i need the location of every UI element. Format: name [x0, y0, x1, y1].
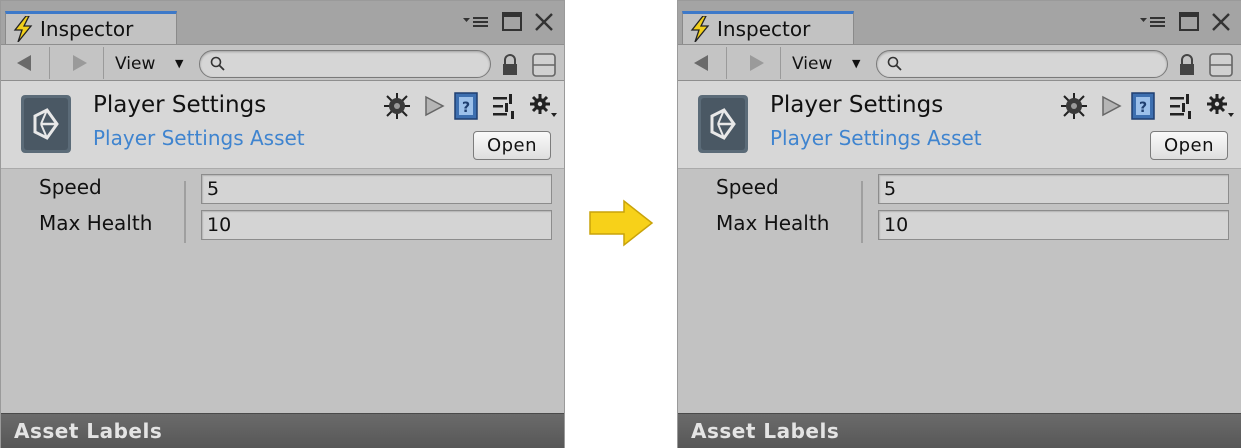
- tab-strip: Inspector: [678, 1, 1241, 44]
- right-arrow-icon: [589, 199, 654, 247]
- asset-title: Player Settings: [93, 92, 267, 118]
- inspector-toolbar: View ▼: [1, 44, 564, 81]
- toolbar-separator: [726, 47, 727, 79]
- search-input[interactable]: [909, 54, 1154, 74]
- tab-title: Inspector: [40, 17, 134, 41]
- forward-arrow-icon[interactable]: [61, 50, 97, 76]
- search-icon: [210, 56, 225, 71]
- asset-header: Player Settings Player Settings Asset ?: [1, 81, 564, 169]
- label-divider: [861, 181, 863, 243]
- preset-sliders-icon[interactable]: [491, 91, 517, 121]
- help-book-icon[interactable]: ?: [453, 91, 479, 121]
- toolbar-separator: [103, 47, 104, 79]
- asset-labels-title: Asset Labels: [691, 419, 840, 443]
- chevron-down-icon: ▼: [852, 57, 861, 70]
- back-arrow-icon[interactable]: [7, 50, 43, 76]
- svg-text:?: ?: [462, 100, 470, 116]
- asset-labels-title: Asset Labels: [14, 419, 163, 443]
- open-button[interactable]: Open: [1150, 131, 1228, 160]
- speed-label: Speed: [716, 175, 779, 199]
- max-health-input[interactable]: [201, 210, 552, 240]
- tab-inspector[interactable]: Inspector: [682, 11, 854, 44]
- toolbar-separator: [780, 47, 781, 79]
- max-health-input[interactable]: [878, 210, 1229, 240]
- inspector-toolbar: View ▼: [678, 44, 1241, 81]
- asset-title: Player Settings: [770, 92, 944, 118]
- help-book-icon[interactable]: ?: [1130, 91, 1156, 121]
- label-divider: [184, 181, 186, 243]
- view-label: View: [115, 54, 156, 74]
- asset-labels-bar[interactable]: Asset Labels: [678, 413, 1241, 448]
- tab-title: Inspector: [717, 17, 811, 41]
- gear-icon[interactable]: [1205, 91, 1235, 121]
- lightning-bolt-icon: [690, 16, 710, 42]
- play-icon[interactable]: [423, 91, 445, 121]
- tab-inspector[interactable]: Inspector: [5, 11, 177, 44]
- layout-icon[interactable]: [531, 52, 557, 78]
- close-icon[interactable]: [533, 11, 555, 33]
- back-arrow-icon[interactable]: [684, 50, 720, 76]
- search-input[interactable]: [232, 54, 477, 74]
- lightning-bolt-icon: [13, 16, 33, 42]
- inspector-panel-before: Inspector View ▼ Player Settings Player …: [0, 0, 565, 448]
- property-fields: Speed Max Health: [1, 169, 564, 249]
- open-button[interactable]: Open: [473, 131, 551, 160]
- asset-subtitle: Player Settings Asset: [93, 126, 305, 150]
- lock-icon[interactable]: [501, 54, 519, 76]
- speed-input[interactable]: [201, 174, 552, 204]
- forward-arrow-icon[interactable]: [738, 50, 774, 76]
- lock-icon[interactable]: [1178, 54, 1196, 76]
- view-dropdown[interactable]: View ▼: [786, 51, 866, 77]
- panel-menu-icon[interactable]: [463, 11, 489, 33]
- asset-subtitle: Player Settings Asset: [770, 126, 982, 150]
- panel-menu-icon[interactable]: [1140, 11, 1166, 33]
- svg-text:?: ?: [1139, 100, 1147, 116]
- search-field[interactable]: [199, 50, 491, 78]
- view-dropdown[interactable]: View ▼: [109, 51, 189, 77]
- property-fields: Speed Max Health: [678, 169, 1241, 249]
- view-label: View: [792, 54, 833, 74]
- maximize-icon[interactable]: [1178, 11, 1200, 33]
- unity-logo-icon: [21, 95, 71, 153]
- max-health-label: Max Health: [716, 211, 830, 235]
- debug-bug-icon[interactable]: [1059, 91, 1089, 121]
- toolbar-separator: [49, 47, 50, 79]
- play-icon[interactable]: [1100, 91, 1122, 121]
- asset-header: Player Settings Player Settings Asset ?: [678, 81, 1241, 169]
- close-icon[interactable]: [1210, 11, 1232, 33]
- max-health-label: Max Health: [39, 211, 153, 235]
- inspector-panel-after: Inspector View ▼ Player Settings Player …: [677, 0, 1241, 448]
- tab-strip: Inspector: [1, 1, 564, 44]
- chevron-down-icon: ▼: [175, 57, 184, 70]
- search-icon: [887, 56, 902, 71]
- maximize-icon[interactable]: [501, 11, 523, 33]
- layout-icon[interactable]: [1208, 52, 1234, 78]
- asset-labels-bar[interactable]: Asset Labels: [1, 413, 564, 448]
- search-field[interactable]: [876, 50, 1168, 78]
- preset-sliders-icon[interactable]: [1168, 91, 1194, 121]
- unity-logo-icon: [698, 95, 748, 153]
- debug-bug-icon[interactable]: [382, 91, 412, 121]
- speed-label: Speed: [39, 175, 102, 199]
- gear-icon[interactable]: [528, 91, 558, 121]
- speed-input[interactable]: [878, 174, 1229, 204]
